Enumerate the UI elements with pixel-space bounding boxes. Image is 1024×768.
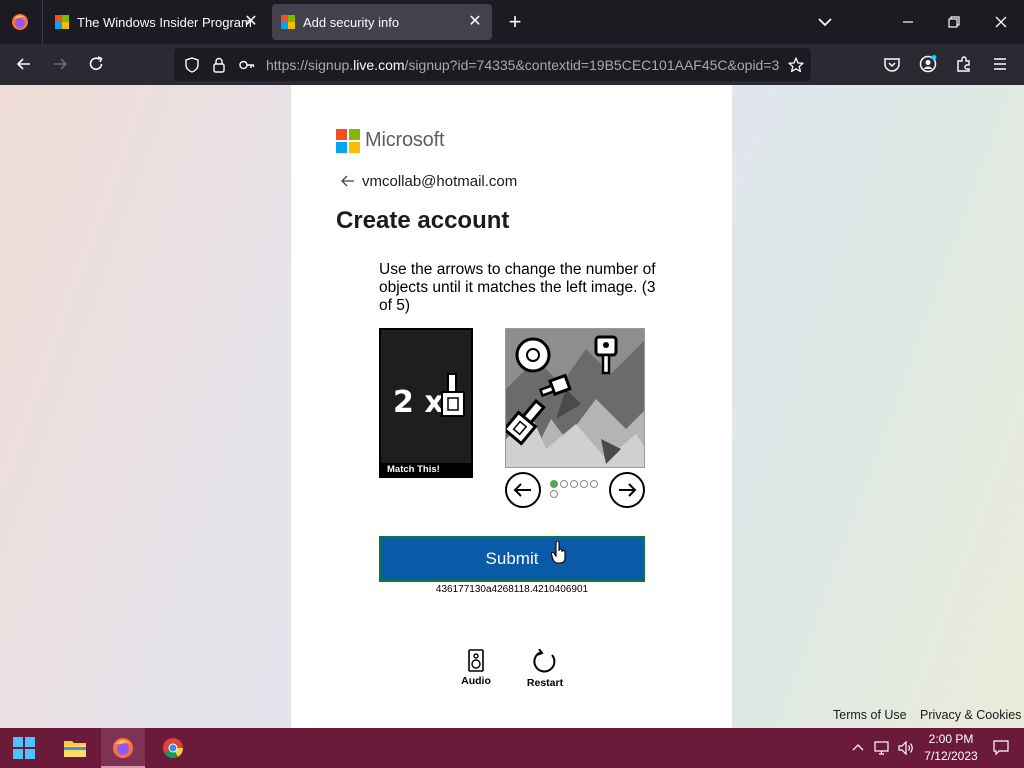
network-icon[interactable] bbox=[873, 739, 891, 757]
tab-separator bbox=[42, 0, 43, 44]
volume-icon[interactable] bbox=[897, 739, 915, 757]
start-button[interactable] bbox=[2, 728, 46, 768]
firefox-icon bbox=[113, 738, 133, 758]
pager-dot bbox=[550, 480, 558, 488]
restore-icon[interactable] bbox=[944, 12, 964, 32]
bookmark-star-icon[interactable] bbox=[787, 56, 805, 74]
pager-dot bbox=[590, 480, 598, 488]
system-clock[interactable]: 2:00 PM 7/12/2023 bbox=[918, 731, 984, 765]
back-arrow-icon[interactable] bbox=[340, 173, 356, 189]
tab-windows-insider[interactable]: The Windows Insider Program ✕ bbox=[46, 4, 268, 40]
audio-label: Audio bbox=[461, 675, 491, 687]
back-icon[interactable] bbox=[14, 54, 34, 74]
account-email: vmcollab@hotmail.com bbox=[362, 173, 518, 190]
pager-dot bbox=[550, 490, 558, 498]
pager-dot bbox=[570, 480, 578, 488]
match-caption: Match This! bbox=[381, 463, 471, 476]
account-icon[interactable] bbox=[918, 54, 938, 74]
page-content: Microsoft vmcollab@hotmail.com Create ac… bbox=[0, 85, 1024, 728]
session-id: 436177130a4268118.4210406901 bbox=[435, 584, 589, 595]
submit-button[interactable]: Submit bbox=[379, 536, 645, 582]
reload-icon[interactable] bbox=[86, 54, 106, 74]
firefox-view-icon[interactable] bbox=[10, 12, 30, 32]
extensions-icon[interactable] bbox=[954, 54, 974, 74]
chrome-taskbar-button[interactable] bbox=[151, 728, 195, 768]
hand-cursor-icon bbox=[550, 540, 567, 565]
chrome-icon bbox=[163, 738, 184, 759]
key-icon[interactable] bbox=[238, 56, 256, 74]
audio-button[interactable]: Audio bbox=[461, 649, 491, 687]
terms-of-use-link[interactable]: Terms of Use bbox=[833, 708, 907, 722]
minimize-icon[interactable] bbox=[898, 12, 918, 32]
previous-arrow-button[interactable] bbox=[505, 472, 541, 508]
url-text[interactable]: https://signup.live.com/signup?id=74335&… bbox=[266, 57, 780, 73]
tab-add-security-info[interactable]: Add security info ✕ bbox=[272, 4, 492, 40]
audio-icon bbox=[468, 649, 484, 672]
clock-time: 2:00 PM bbox=[928, 732, 974, 746]
pager-dot bbox=[560, 480, 568, 488]
microsoft-logo-icon bbox=[336, 129, 360, 153]
firefox-taskbar-button[interactable] bbox=[101, 728, 145, 768]
close-window-icon[interactable] bbox=[991, 12, 1011, 32]
restart-label: Restart bbox=[526, 677, 564, 689]
restart-button[interactable]: Restart bbox=[525, 649, 565, 689]
forward-icon[interactable] bbox=[50, 54, 70, 74]
address-bar[interactable]: https://signup.live.com/signup?id=74335&… bbox=[174, 48, 811, 81]
start-icon bbox=[13, 737, 35, 759]
notifications-icon[interactable] bbox=[992, 739, 1010, 757]
show-hidden-icons-icon[interactable] bbox=[849, 739, 867, 757]
lock-icon[interactable] bbox=[210, 56, 228, 74]
clock-date: 7/12/2023 bbox=[924, 749, 978, 763]
target-multiplier: 2 x bbox=[393, 385, 444, 420]
new-tab-icon[interactable]: + bbox=[505, 11, 525, 33]
target-image: 2 x Match This! bbox=[379, 328, 473, 478]
tracking-protection-shield-icon[interactable] bbox=[183, 56, 201, 74]
tab-title: Add security info bbox=[303, 15, 400, 30]
microsoft-favicon-icon bbox=[281, 15, 295, 29]
close-tab-icon[interactable]: ✕ bbox=[466, 13, 484, 31]
image-pager bbox=[550, 480, 600, 502]
file-explorer-icon bbox=[64, 741, 86, 757]
close-tab-icon[interactable]: ✕ bbox=[242, 13, 260, 31]
navigation-bar: https://signup.live.com/signup?id=74335&… bbox=[0, 44, 1024, 85]
pager-dot bbox=[580, 480, 588, 488]
disc-object-icon bbox=[515, 337, 551, 373]
challenge-instructions: Use the arrows to change the number of o… bbox=[379, 261, 656, 314]
list-all-tabs-icon[interactable] bbox=[816, 13, 834, 31]
tab-title: The Windows Insider Program bbox=[77, 15, 252, 30]
microsoft-favicon-icon bbox=[55, 15, 69, 29]
choice-image bbox=[505, 328, 645, 468]
taskbar: 2:00 PM 7/12/2023 bbox=[0, 728, 1024, 768]
next-arrow-button[interactable] bbox=[609, 472, 645, 508]
signup-card: Microsoft vmcollab@hotmail.com Create ac… bbox=[291, 85, 732, 728]
page-title: Create account bbox=[336, 207, 510, 234]
privacy-cookies-link[interactable]: Privacy & Cookies bbox=[920, 708, 1021, 722]
file-explorer-button[interactable] bbox=[52, 728, 96, 768]
restart-icon bbox=[533, 649, 556, 673]
bottle-object-icon bbox=[441, 373, 465, 417]
tab-strip: The Windows Insider Program ✕ Add securi… bbox=[0, 0, 1024, 44]
pocket-icon[interactable] bbox=[882, 54, 902, 74]
menu-icon[interactable] bbox=[990, 54, 1010, 74]
brand-name: Microsoft bbox=[365, 129, 445, 151]
